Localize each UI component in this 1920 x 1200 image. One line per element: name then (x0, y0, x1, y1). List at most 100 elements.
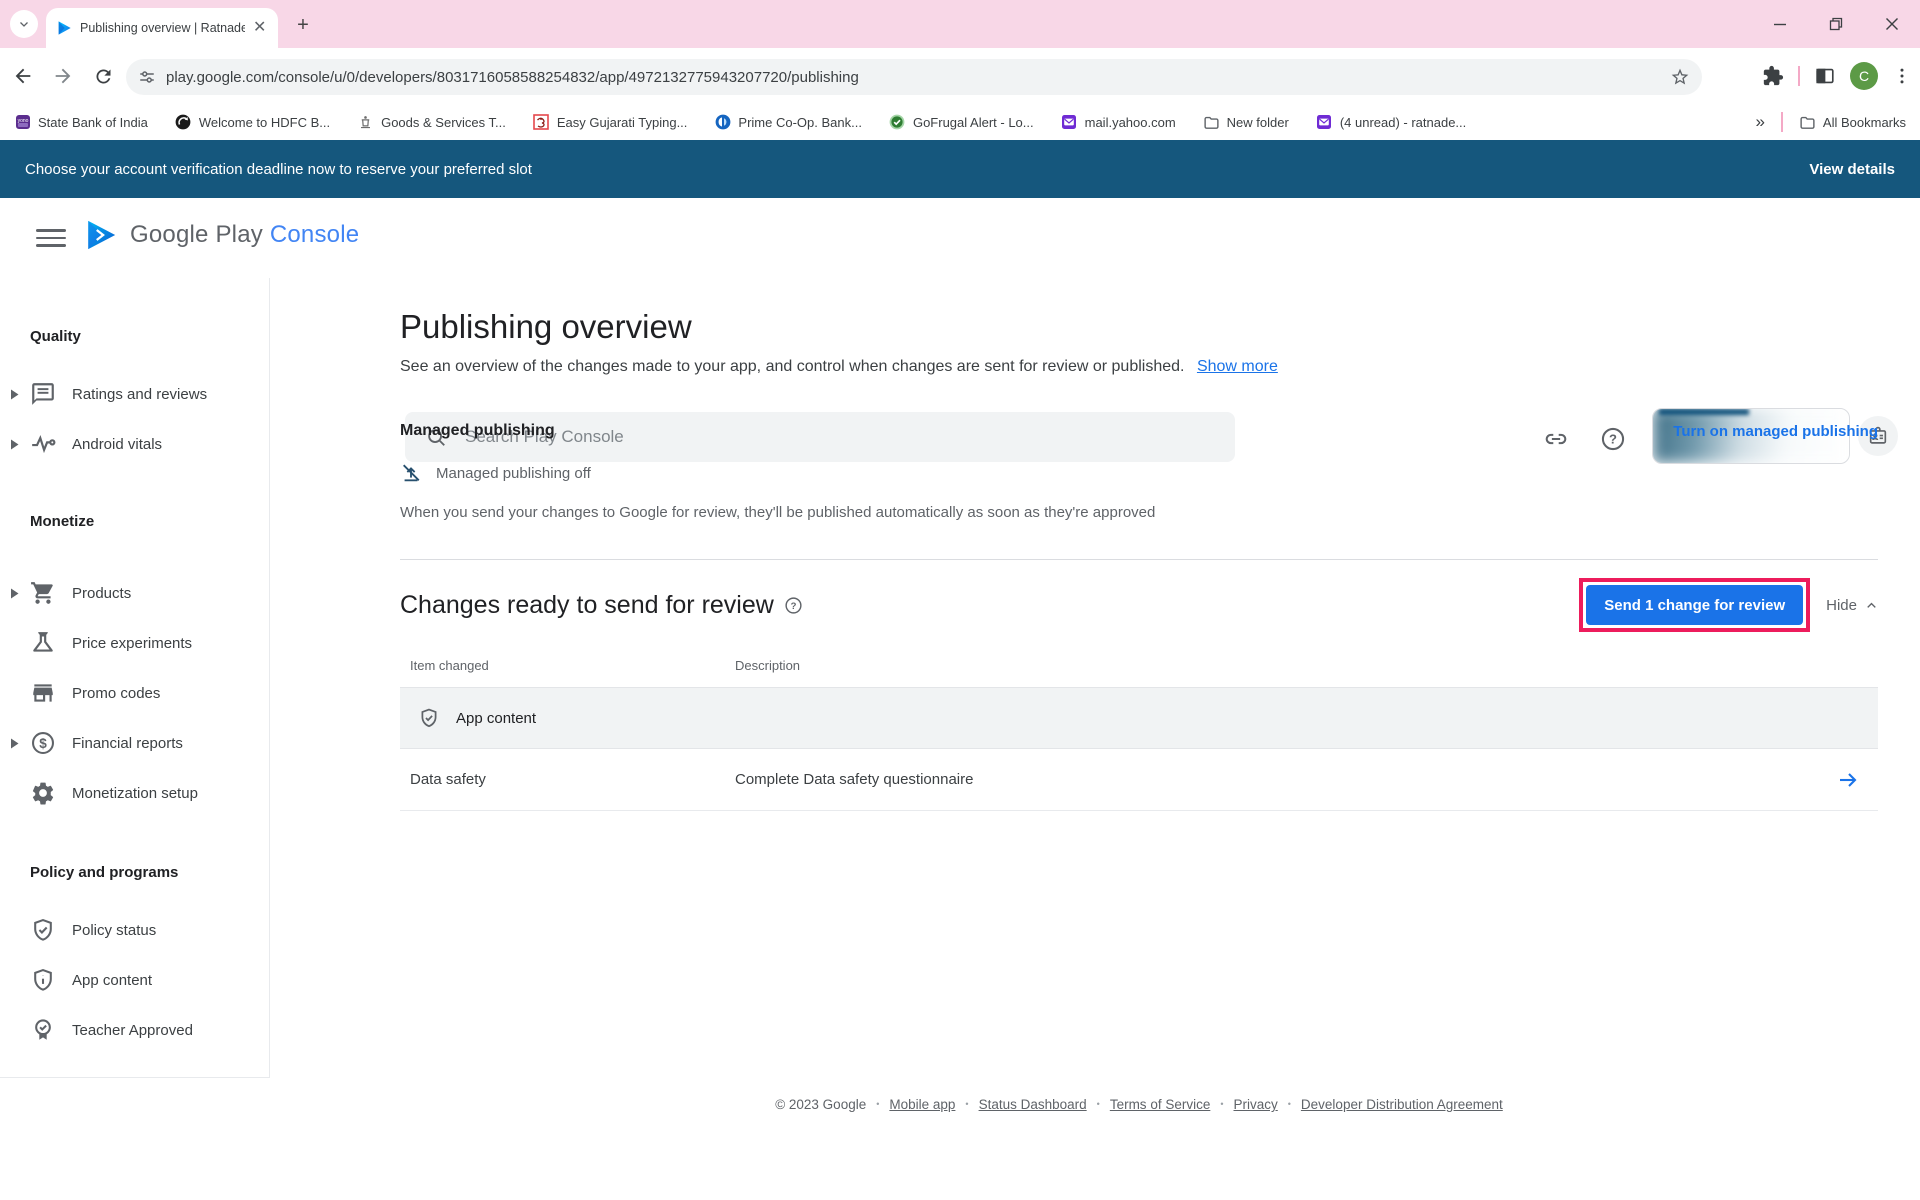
restore-button[interactable] (1808, 0, 1864, 48)
row-description: Complete Data safety questionnaire (735, 771, 973, 788)
caret-right-icon[interactable] (10, 439, 19, 450)
bookmark-new-folder[interactable]: New folder (1203, 114, 1289, 131)
reviews-icon (30, 381, 56, 407)
sidebar: Quality Ratings and reviews Android vita… (0, 278, 270, 1078)
reload-button[interactable] (86, 59, 120, 93)
app-header: Google Play Console ? (0, 198, 1920, 278)
folder-icon (1203, 114, 1220, 131)
extensions-icon[interactable] (1762, 65, 1784, 87)
arrow-right-icon[interactable] (1836, 768, 1860, 792)
help-icon[interactable]: ? (784, 596, 803, 615)
tab-close-icon[interactable]: ✕ (253, 20, 266, 36)
bookmark-yahoo-mail[interactable]: mail.yahoo.com (1061, 114, 1176, 131)
mail-icon (1061, 114, 1078, 131)
sidebar-item-promo-codes[interactable]: Promo codes (0, 668, 269, 718)
prime-bank-icon (714, 114, 731, 131)
bookmark-sbi[interactable]: yono State Bank of India (14, 114, 148, 131)
sidebar-item-monetization-setup[interactable]: Monetization setup (0, 768, 269, 818)
site-settings-icon[interactable] (138, 68, 156, 86)
managed-publishing-heading: Managed publishing (400, 422, 555, 440)
bookmark-unread-mail[interactable]: (4 unread) - ratnade... (1316, 114, 1466, 131)
gujarati-typing-icon (533, 114, 550, 131)
mail-icon (1316, 114, 1333, 131)
footer-link-mobile-app[interactable]: Mobile app (889, 1097, 955, 1112)
side-panel-icon[interactable] (1814, 65, 1836, 87)
bookmark-gujarati[interactable]: Easy Gujarati Typing... (533, 114, 688, 131)
send-change-for-review-button[interactable]: Send 1 change for review (1586, 585, 1803, 625)
browser-tab[interactable]: Publishing overview | Ratnadee ✕ (46, 8, 278, 48)
sidebar-item-price-experiments[interactable]: Price experiments (0, 618, 269, 668)
managed-publishing-description: When you send your changes to Google for… (400, 504, 1878, 521)
sidebar-item-android-vitals[interactable]: Android vitals (0, 419, 269, 469)
sidebar-item-app-content[interactable]: App content (0, 955, 269, 1005)
sidebar-item-policy-status[interactable]: Policy status (0, 905, 269, 955)
bookmark-prime-bank[interactable]: Prime Co-Op. Bank... (714, 114, 862, 131)
table-row[interactable]: Data safety Complete Data safety questio… (400, 749, 1878, 811)
managed-publishing-status: Managed publishing off (400, 462, 1878, 484)
caret-right-icon[interactable] (10, 588, 19, 599)
bookmark-star-icon[interactable] (1670, 67, 1690, 87)
managed-publishing-header: Managed publishing Turn on managed publi… (400, 422, 1878, 440)
verification-banner: Choose your account verification deadlin… (0, 140, 1920, 198)
page-title: Publishing overview (400, 308, 1878, 346)
caret-right-icon[interactable] (10, 389, 19, 400)
gear-icon (30, 780, 56, 806)
turn-on-managed-publishing-link[interactable]: Turn on managed publishing (1673, 423, 1878, 440)
gst-emblem-icon (357, 114, 374, 131)
hide-toggle[interactable]: Hide (1826, 597, 1878, 614)
storefront-icon (30, 680, 56, 706)
close-window-button[interactable] (1864, 0, 1920, 48)
changes-actions: Send 1 change for review Hide (1579, 578, 1878, 632)
section-title-policy: Policy and programs (0, 864, 269, 881)
play-console-logo[interactable]: Google Play Console (84, 218, 359, 252)
sidebar-item-financial-reports[interactable]: $ Financial reports (0, 718, 269, 768)
bookmarks-bar: yono State Bank of India Welcome to HDFC… (0, 104, 1920, 140)
bookmark-gst[interactable]: Goods & Services T... (357, 114, 506, 131)
menu-kebab-icon[interactable] (1892, 66, 1912, 86)
footer-link-dda[interactable]: Developer Distribution Agreement (1301, 1097, 1503, 1112)
column-description: Description (735, 658, 800, 673)
bookmarks-overflow-icon[interactable]: » (1755, 112, 1764, 132)
yono-icon: yono (14, 114, 31, 131)
forward-button[interactable] (46, 59, 80, 93)
chevron-down-icon (18, 18, 30, 30)
svg-text:$: $ (39, 736, 47, 751)
profile-avatar[interactable]: C (1850, 62, 1878, 90)
section-title-monetize: Monetize (0, 513, 269, 530)
all-bookmarks-button[interactable]: All Bookmarks (1799, 114, 1906, 131)
sidebar-item-products[interactable]: Products (0, 568, 269, 618)
section-divider (400, 559, 1878, 560)
play-favicon-icon (56, 20, 72, 36)
page-subtitle: See an overview of the changes made to y… (400, 358, 1878, 376)
sidebar-item-ratings-and-reviews[interactable]: Ratings and reviews (0, 369, 269, 419)
changes-heading: Changes ready to send for review ? (400, 591, 803, 620)
back-button[interactable] (6, 59, 40, 93)
url-text[interactable]: play.google.com/console/u/0/developers/8… (166, 69, 1660, 86)
footer-link-terms[interactable]: Terms of Service (1110, 1097, 1211, 1112)
folder-icon (1799, 114, 1816, 131)
medal-check-icon (30, 1017, 56, 1043)
vitals-icon (30, 431, 56, 457)
bookmark-gofrugal[interactable]: GoFrugal Alert - Lo... (889, 114, 1034, 131)
toolbar-separator (1798, 66, 1800, 86)
tab-search-button[interactable] (10, 10, 38, 38)
toolbar-right: C (1762, 48, 1912, 104)
footer-link-privacy[interactable]: Privacy (1234, 1097, 1278, 1112)
minimize-button[interactable] (1752, 0, 1808, 48)
hamburger-menu-icon[interactable] (36, 224, 66, 252)
url-bar[interactable]: play.google.com/console/u/0/developers/8… (126, 59, 1702, 95)
banner-message: Choose your account verification deadlin… (25, 161, 532, 178)
gofrugal-check-icon (889, 114, 906, 131)
table-header: Item changed Description (400, 658, 1878, 687)
page-footer: © 2023 GoogleMobile appStatus DashboardT… (400, 1097, 1878, 1112)
view-details-button[interactable]: View details (1809, 161, 1895, 178)
sidebar-item-teacher-approved[interactable]: Teacher Approved (0, 1005, 269, 1055)
shield-check-icon (418, 707, 440, 729)
new-tab-button[interactable]: + (290, 12, 316, 38)
bookmark-hdfc[interactable]: Welcome to HDFC B... (175, 114, 330, 131)
show-more-link[interactable]: Show more (1197, 358, 1278, 375)
footer-link-status-dashboard[interactable]: Status Dashboard (979, 1097, 1087, 1112)
caret-right-icon[interactable] (10, 738, 19, 749)
column-item-changed: Item changed (400, 658, 735, 673)
cart-icon (30, 580, 56, 606)
